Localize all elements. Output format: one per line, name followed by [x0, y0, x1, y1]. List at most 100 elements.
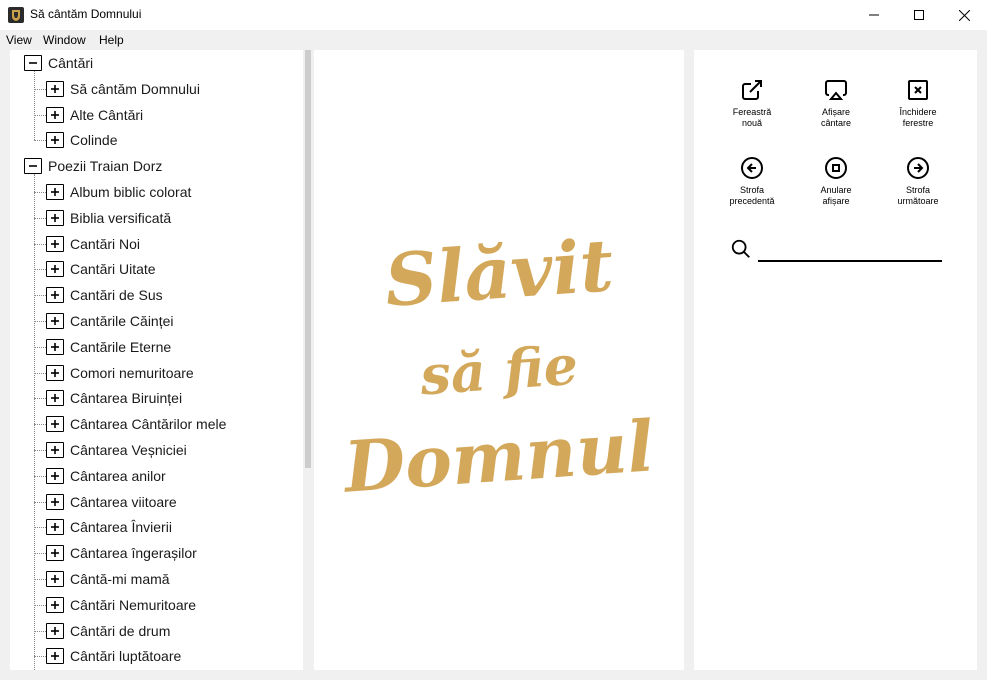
tree-child-label: Comori nemuritoare: [70, 364, 194, 381]
close-windows-label-2: ferestre: [902, 118, 934, 128]
song-tree: Cântări Să cântăm Domnului Alte Cântări Col…: [10, 50, 303, 670]
tree-child-item[interactable]: Cantări de Sus: [46, 285, 163, 305]
tree-child-item[interactable]: Cântarea anilor: [46, 466, 166, 486]
menu-view[interactable]: View: [6, 33, 32, 47]
expand-folder-icon[interactable]: [46, 80, 64, 97]
expand-folder-icon[interactable]: [46, 390, 64, 407]
maximize-button[interactable]: [896, 0, 942, 30]
expand-folder-icon[interactable]: [46, 493, 64, 510]
tree-child-item[interactable]: Cantările Eterne: [46, 337, 171, 357]
preview-line-2: să fie: [418, 332, 580, 408]
tree-child-label: Cantări Noi: [70, 235, 141, 252]
collapse-folder-icon[interactable]: [24, 55, 42, 71]
arrow-right-circle-icon: [907, 157, 929, 179]
tree-connector-line: [34, 88, 46, 90]
expand-folder-icon[interactable]: [46, 519, 64, 536]
menu-window[interactable]: Window: [43, 33, 86, 47]
tree-connector-line: [34, 424, 46, 426]
expand-folder-icon[interactable]: [46, 132, 64, 149]
tree-child-item[interactable]: Cântarea Cântărilor mele: [46, 414, 226, 434]
airplay-display-icon: [825, 80, 847, 100]
close-window-button[interactable]: [941, 0, 987, 30]
expand-folder-icon[interactable]: [46, 261, 64, 278]
tree-child-item[interactable]: Cântarea îngerașilor: [46, 543, 197, 563]
expand-folder-icon[interactable]: [46, 545, 64, 562]
tree-child-item[interactable]: Comori nemuritoare: [46, 363, 194, 383]
arrow-left-circle-icon: [741, 157, 763, 179]
tree-connector-line: [34, 604, 46, 606]
close-icon: [958, 9, 970, 21]
search-input[interactable]: [758, 240, 942, 262]
tree-child-item[interactable]: Să cântăm Domnului: [46, 79, 200, 99]
maximize-icon: [914, 10, 924, 20]
show-song-button[interactable]: Afișare cântare: [796, 78, 876, 129]
scrollbar-thumb[interactable]: [305, 50, 311, 468]
tree-child-item[interactable]: Cantări Uitate: [46, 259, 156, 279]
tree-child-label: Cântarea Veșniciei: [70, 442, 187, 458]
tree-child-label: Cantările Eterne: [70, 338, 172, 355]
tree-root-item[interactable]: Cântări: [24, 53, 93, 73]
cancel-display-label-1: Anulare: [820, 185, 852, 195]
tree-child-item[interactable]: Cântarea viitoare: [46, 492, 177, 512]
tree-scrollbar[interactable]: [303, 50, 313, 670]
expand-folder-icon[interactable]: [46, 442, 64, 458]
tree-child-item[interactable]: Cântarea Biruinței: [46, 388, 182, 408]
previous-verse-button[interactable]: Strofa precedentă: [712, 156, 792, 207]
controls-panel: Fereastră nouă Afișare cântare Închidere fe…: [694, 50, 977, 670]
expand-folder-icon[interactable]: [46, 467, 64, 484]
expand-folder-icon[interactable]: [46, 235, 64, 252]
minimize-button[interactable]: [851, 0, 897, 30]
tree-child-item[interactable]: Cântări luptătoare: [46, 646, 181, 666]
next-verse-label-1: Strofa: [905, 185, 930, 195]
tree-child-item[interactable]: Album biblic colorat: [46, 182, 191, 202]
tree-child-item[interactable]: Alte Cântări: [46, 105, 143, 125]
tree-connector-line: [34, 192, 46, 193]
tree-child-label: Alte Cântări: [70, 106, 144, 123]
expand-folder-icon[interactable]: [46, 571, 64, 587]
tree-child-item[interactable]: Cantări Noi: [46, 234, 140, 254]
preview-line-3: Domnul: [341, 404, 657, 509]
tree-child-item[interactable]: Cântă-mi mamă: [46, 569, 170, 589]
preview-line-1: Slăvit: [382, 222, 616, 323]
next-verse-label-2: următoare: [897, 196, 939, 206]
song-preview: Slăvit să fie Domnul: [314, 50, 684, 670]
expand-folder-icon[interactable]: [46, 622, 64, 639]
expand-folder-icon[interactable]: [46, 648, 64, 665]
tree-child-item[interactable]: Cântări de drum: [46, 621, 170, 641]
tree-child-item[interactable]: Cântarea Învierii: [46, 517, 172, 537]
external-window-icon: [742, 80, 762, 100]
expand-folder-icon[interactable]: [46, 209, 64, 226]
show-song-label-1: Afișare: [821, 107, 850, 117]
tree-child-item[interactable]: Biblia versificată: [46, 208, 171, 228]
menu-bar: View Window Help: [0, 30, 987, 50]
tree-connector-line: [34, 140, 46, 142]
expand-folder-icon[interactable]: [46, 364, 64, 381]
expand-folder-icon[interactable]: [46, 106, 64, 123]
expand-folder-icon[interactable]: [46, 416, 64, 433]
tree-child-label: Cantări de Sus: [70, 287, 163, 304]
tree-child-label: Cântarea Cântărilor mele: [70, 416, 227, 433]
new-window-label-1: Fereastră: [732, 107, 772, 117]
tree-child-item[interactable]: Cântarea Veșniciei: [46, 440, 187, 460]
menu-help[interactable]: Help: [99, 33, 124, 47]
tree-root-item[interactable]: Poezii Traian Dorz: [24, 156, 162, 176]
expand-folder-icon[interactable]: [46, 287, 64, 304]
tree-child-item[interactable]: Colinde: [46, 130, 117, 150]
tree-connector-line: [34, 243, 46, 245]
tree-child-item[interactable]: Cântări Nemuritoare: [46, 595, 196, 615]
expand-folder-icon[interactable]: [46, 338, 64, 355]
new-window-button[interactable]: Fereastră nouă: [712, 78, 792, 129]
expand-folder-icon[interactable]: [46, 596, 64, 613]
tree-child-label: Cântarea îngerașilor: [70, 545, 197, 562]
tree-child-item[interactable]: Cantările Căinței: [46, 311, 174, 331]
expand-folder-icon[interactable]: [46, 184, 64, 200]
tree-connector-line: [34, 398, 46, 400]
expand-folder-icon[interactable]: [46, 313, 64, 329]
tree-child-label: Cantări Uitate: [70, 261, 156, 278]
next-verse-button[interactable]: Strofa următoare: [878, 156, 958, 207]
new-window-label-2: nouă: [741, 118, 763, 128]
cancel-display-button[interactable]: Anulare afișare: [796, 156, 876, 207]
collapse-folder-icon[interactable]: [24, 158, 42, 175]
close-windows-button[interactable]: Închidere ferestre: [878, 78, 958, 129]
stop-circle-icon: [825, 157, 847, 179]
